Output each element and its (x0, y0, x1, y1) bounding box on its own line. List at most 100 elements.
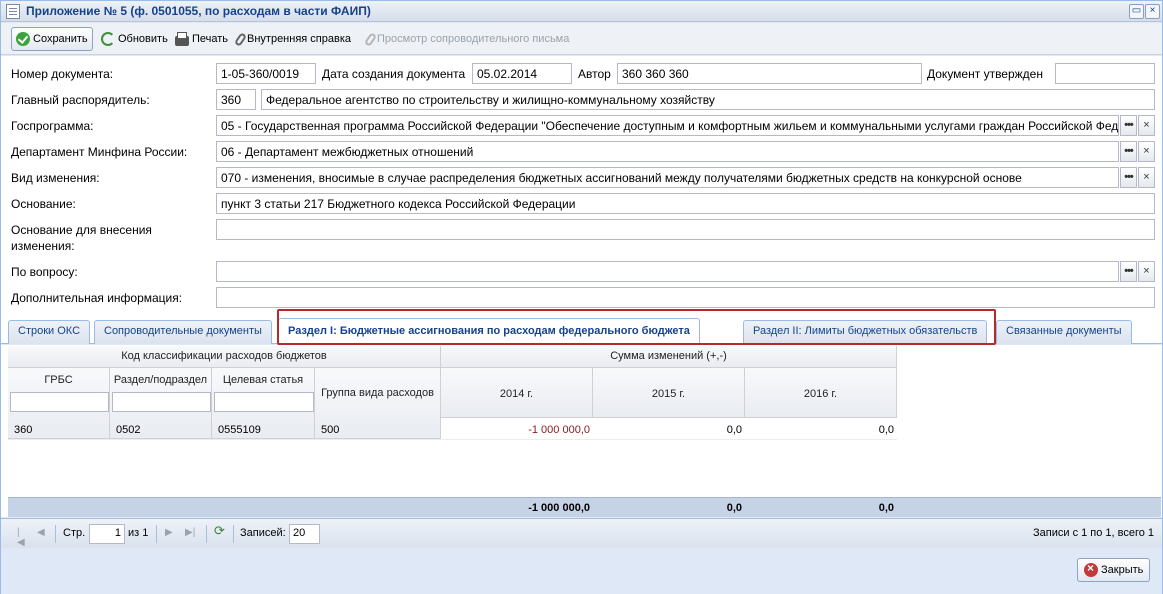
paperclip-icon (233, 31, 248, 47)
extra-info-field[interactable] (216, 287, 1155, 308)
created-label: Дата создания документа (322, 67, 466, 81)
col-2016-label: 2016 г. (803, 388, 838, 400)
program-select-button[interactable]: ••• (1120, 115, 1137, 136)
total-2016: 0,0 (878, 502, 894, 514)
created-date-field[interactable]: 05.02.2014 (472, 63, 572, 84)
tab-highlight-frame (277, 309, 996, 345)
question-clear-button[interactable]: × (1138, 261, 1155, 282)
approved-label: Документ утвержден (927, 67, 1043, 81)
close-icon (1084, 561, 1098, 577)
cell-section: 0502 (116, 424, 141, 436)
print-button[interactable]: Печать (171, 27, 232, 51)
change-type-clear-button[interactable]: × (1138, 167, 1155, 188)
paging-toolbar: |◀ ◀ Стр. 1 из 1 ▶ ▶| ⟳ Записей: 20 Запи… (1, 518, 1162, 548)
basis-field[interactable]: пункт 3 статьи 217 Бюджетного кодекса Ро… (216, 193, 1155, 214)
col-section-label: Раздел/подраздел (113, 374, 208, 386)
refresh-icon (101, 32, 115, 46)
department-label: Департамент Минфина России: (11, 145, 188, 159)
col-2015-label: 2015 г. (651, 388, 686, 400)
section-filter-input[interactable] (112, 392, 211, 412)
printer-icon (175, 31, 189, 46)
change-type-select-button[interactable]: ••• (1120, 167, 1137, 188)
pager-separator (55, 525, 56, 543)
change-basis-field[interactable] (216, 219, 1155, 240)
print-label: Печать (192, 33, 229, 45)
approved-field[interactable] (1055, 63, 1155, 84)
main-manager-code-field[interactable]: 360 (216, 89, 256, 110)
department-field[interactable]: 06 - Департамент межбюджетных отношений (216, 141, 1119, 162)
records-summary: Записи с 1 по 1, всего 1 (1033, 527, 1155, 539)
cell-target: 0555109 (218, 424, 261, 436)
page-count-label: из 1 (128, 527, 149, 539)
tab-accompanying-docs[interactable]: Сопроводительные документы (94, 320, 272, 344)
document-icon (6, 4, 20, 19)
letter-view-label: Просмотр сопроводительного письма (377, 33, 570, 45)
internal-note-button[interactable]: Внутренняя справка (233, 27, 355, 51)
question-label: По вопросу: (11, 265, 78, 279)
page-label: Стр. (63, 527, 86, 539)
cell-grbs: 360 (14, 424, 33, 436)
records-label: Записей: (240, 527, 286, 539)
author-label: Автор (578, 67, 611, 81)
cell-2014: -1 000 000,0 (528, 424, 590, 436)
question-field[interactable] (216, 261, 1119, 282)
toolbar: Сохранить Обновить Печать Внутренняя спр… (1, 23, 1162, 55)
program-label: Госпрограмма: (11, 119, 94, 133)
window-close-button[interactable]: × (1145, 4, 1160, 19)
col-2014-header[interactable]: 2014 г. (441, 368, 593, 418)
check-icon (16, 32, 30, 46)
row-divider (8, 439, 897, 440)
col-grbs-label: ГРБС (44, 374, 73, 386)
refresh-button[interactable]: Обновить (97, 27, 172, 51)
page-number-input[interactable]: 1 (89, 524, 125, 544)
question-select-button[interactable]: ••• (1120, 261, 1137, 282)
department-clear-button[interactable]: × (1138, 141, 1155, 162)
save-label: Сохранить (33, 33, 88, 45)
pager-separator (206, 525, 207, 543)
col-2015-header[interactable]: 2015 г. (593, 368, 745, 418)
cell-group: 500 (321, 424, 340, 436)
first-page-icon[interactable]: |◀ (17, 528, 27, 548)
records-per-page-input[interactable]: 20 (289, 524, 320, 544)
change-type-field[interactable]: 070 - изменения, вносимые в случае распр… (216, 167, 1119, 188)
col-2016-header[interactable]: 2016 г. (745, 368, 897, 418)
main-manager-label: Главный распорядитель: (11, 93, 150, 107)
author-field[interactable]: 360 360 360 (617, 63, 922, 84)
program-clear-button[interactable]: × (1138, 115, 1155, 136)
save-button[interactable]: Сохранить (11, 27, 93, 51)
tab-oks-rows[interactable]: Строки ОКС (8, 320, 91, 344)
next-page-icon[interactable]: ▶ (165, 528, 175, 538)
target-filter-input[interactable] (214, 392, 314, 412)
window-footer: Закрыть (1, 549, 1162, 594)
col-2014-label: 2014 г. (499, 388, 534, 400)
group-sum-header: Сумма изменений (+,-) (441, 346, 897, 368)
document-form: Номер документа: 1-05-360/0019 Дата созд… (1, 56, 1162, 314)
program-field[interactable]: 05 - Государственная программа Российско… (216, 115, 1119, 136)
close-button[interactable]: Закрыть (1077, 558, 1151, 582)
group-code-header: Код классификации расходов бюджетов (8, 346, 441, 368)
doc-number-label: Номер документа: (11, 67, 114, 81)
department-select-button[interactable]: ••• (1120, 141, 1137, 162)
refresh-label: Обновить (118, 33, 168, 45)
change-type-label: Вид изменения: (11, 171, 100, 185)
doc-number-field[interactable]: 1-05-360/0019 (216, 63, 316, 84)
totals-row: -1 000 000,0 0,0 0,0 (8, 497, 1161, 517)
reload-icon[interactable]: ⟳ (214, 524, 225, 537)
col-group-label: Группа вида расходов (321, 387, 434, 399)
main-manager-name-field[interactable]: Федеральное агентство по строительству и… (261, 89, 1155, 110)
total-2014: -1 000 000,0 (528, 502, 590, 514)
letter-view-button[interactable]: Просмотр сопроводительного письма (363, 27, 573, 51)
pager-separator (156, 525, 157, 543)
restore-icon[interactable]: ▭ (1129, 4, 1144, 19)
last-page-icon[interactable]: ▶| (185, 528, 195, 538)
pager-separator (233, 525, 234, 543)
close-label: Закрыть (1101, 564, 1144, 576)
document-window: Приложение № 5 (ф. 0501055, по расходам … (0, 0, 1163, 594)
grbs-filter-input[interactable] (10, 392, 109, 412)
paperclip-icon (363, 31, 378, 47)
tab-related-docs[interactable]: Связанные документы (996, 320, 1132, 344)
budget-grid: Код классификации расходов бюджетов Сумм… (1, 345, 1162, 517)
change-basis-label-1: Основание для внесения (11, 223, 152, 237)
cell-2016: 0,0 (878, 424, 894, 436)
prev-page-icon[interactable]: ◀ (37, 528, 47, 538)
